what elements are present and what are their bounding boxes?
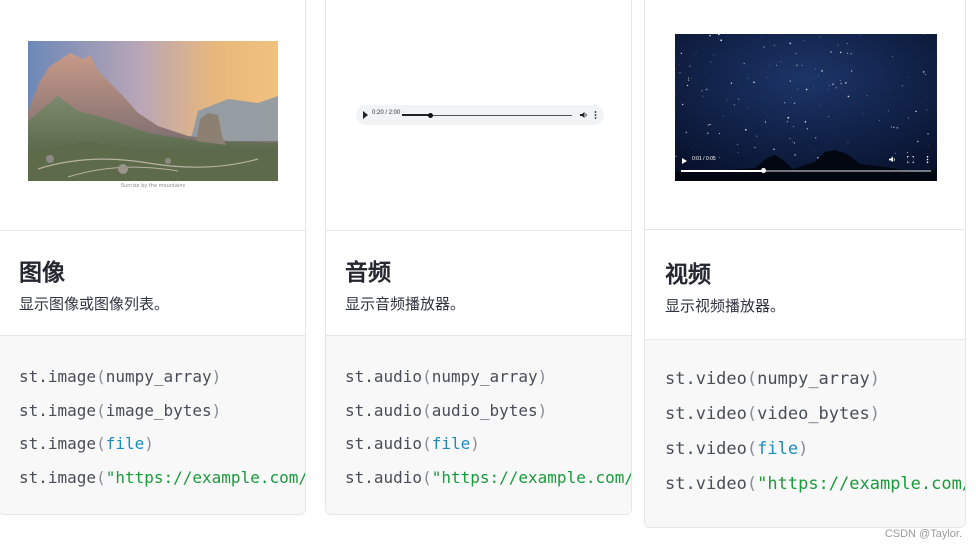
card-title: 音频 (345, 260, 391, 286)
code-line: st.image(image_bytes) (19, 400, 222, 420)
video-controls: 0:01 / 0:05 (675, 151, 937, 181)
audio-seek-handle[interactable] (428, 112, 434, 118)
play-icon[interactable] (363, 111, 368, 119)
code-line: st.audio(numpy_array) (345, 367, 548, 386)
card-description: 显示图像或图像列表。 (19, 295, 170, 313)
code-line: st.video(video_bytes) (665, 404, 880, 424)
audio-preview: 0:20 / 2:00 (326, 0, 631, 230)
watermark: CSDN @Taylor. (884, 528, 962, 540)
volume-icon[interactable] (889, 156, 896, 163)
more-options-icon[interactable] (926, 155, 929, 164)
card-description: 显示音频播放器。 (345, 295, 466, 313)
audio-seek-progress (402, 114, 431, 116)
video-seek-progress (681, 170, 764, 172)
image-caption: Sunrise by the mountains (120, 183, 186, 189)
code-line: st.audio(file) (345, 434, 480, 453)
code-line: st.audio("https://example.com/ (345, 467, 631, 487)
code-block: st.video(numpy_array) st.video(video_byt… (645, 339, 965, 527)
volume-icon[interactable] (580, 111, 588, 119)
code-block: st.image(numpy_array) st.image(image_byt… (0, 335, 305, 514)
code-line: st.video(numpy_array) (665, 369, 880, 389)
code-line: st.video("https://example.com/ (665, 474, 965, 494)
video-info: 视频 显示视频播放器。 (645, 229, 965, 339)
audio-time: 0:20 / 2:00 (372, 110, 401, 116)
fullscreen-icon[interactable] (907, 156, 914, 163)
code-line: st.audio(audio_bytes) (345, 400, 548, 420)
mountain-photo (28, 41, 278, 181)
image-preview: Sunrise by the mountains (0, 0, 305, 230)
more-options-icon[interactable] (594, 110, 597, 120)
image-info: 图像 显示图像或图像列表。 (0, 230, 305, 335)
code-line: st.image(numpy_array) (19, 367, 222, 386)
mountain-image (28, 41, 278, 181)
audio-card: 0:20 / 2:00 音频 显示音频播放器。 st.audio(numpy_a… (325, 0, 632, 515)
card-title: 视频 (665, 262, 711, 288)
image-card: Sunrise by the mountains 图像 显示图像或图像列表。 s… (0, 0, 306, 515)
video-seek-handle[interactable] (761, 168, 766, 173)
video-preview: 0:01 / 0:05 (645, 0, 965, 229)
video-player[interactable]: 0:01 / 0:05 (675, 34, 937, 181)
video-card: 0:01 / 0:05 视频 显示视频播放器。 st.video(numpy_a… (644, 0, 966, 528)
card-title: 图像 (19, 260, 65, 286)
code-line: st.image(file) (19, 434, 154, 453)
card-description: 显示视频播放器。 (665, 297, 786, 315)
audio-player[interactable]: 0:20 / 2:00 (356, 105, 604, 125)
audio-info: 音频 显示音频播放器。 (326, 230, 631, 335)
code-line: st.video(file) (665, 439, 809, 459)
video-time: 0:01 / 0:05 (692, 156, 716, 162)
code-block: st.audio(numpy_array) st.audio(audio_byt… (326, 335, 631, 514)
play-icon[interactable] (682, 158, 687, 164)
code-line: st.image("https://example.com/ (19, 467, 305, 487)
